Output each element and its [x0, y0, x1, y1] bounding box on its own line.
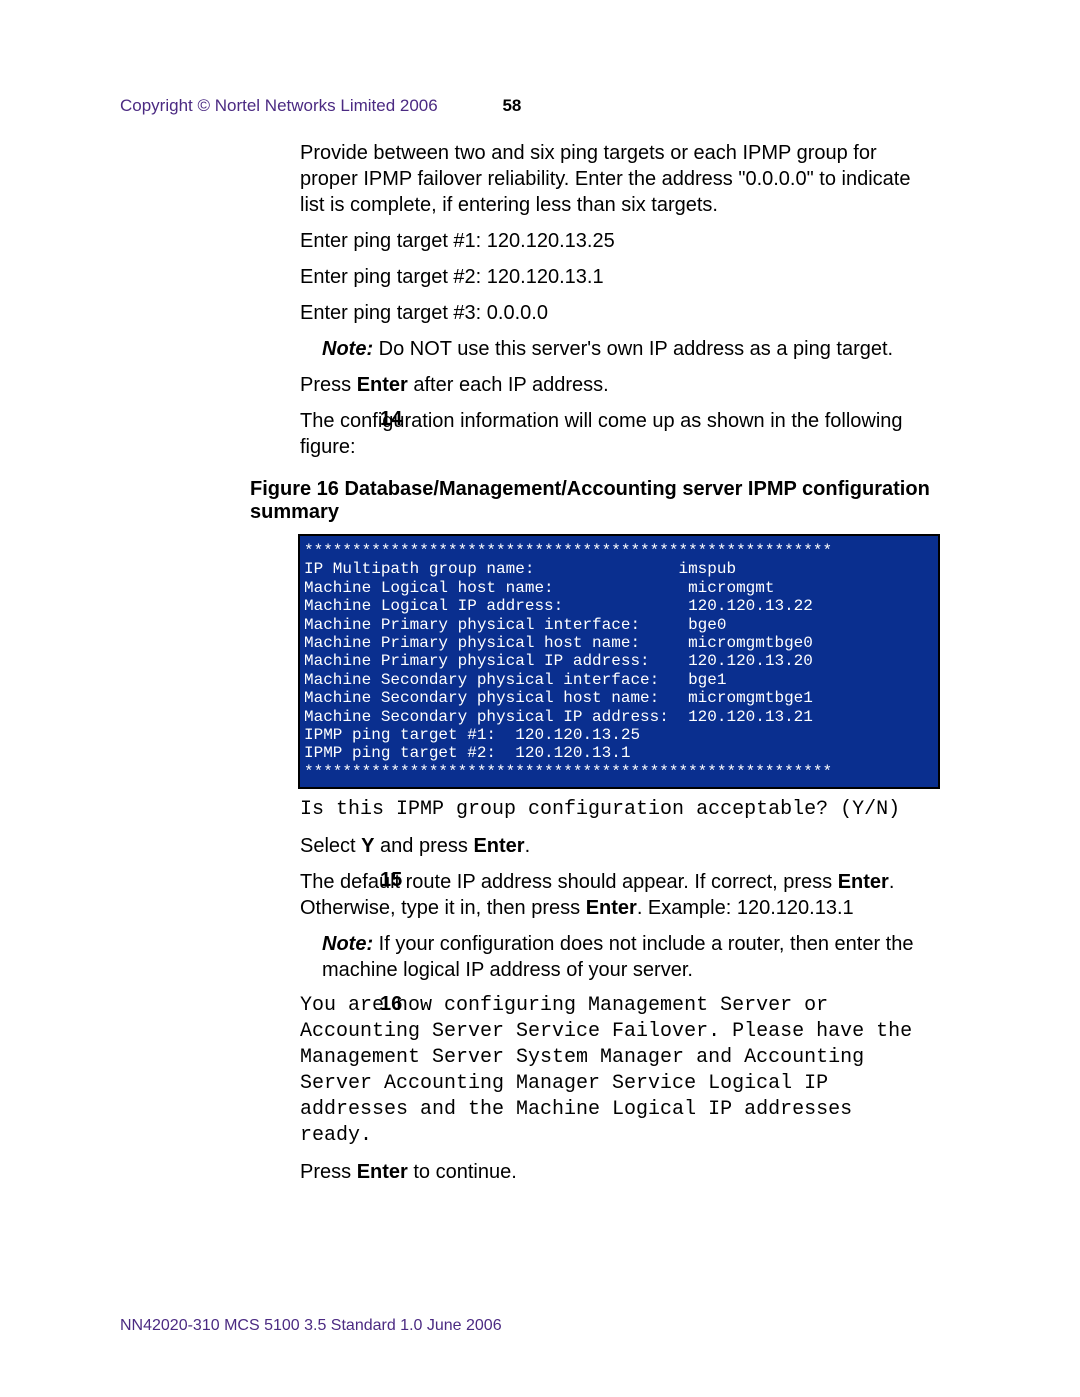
intro-paragraph: Provide between two and six ping targets…	[300, 140, 920, 218]
s16-pre: Press	[300, 1161, 357, 1183]
ping-target-2: Enter ping target #2: 120.120.13.1	[300, 264, 920, 290]
page-footer: NN42020-310 MCS 5100 3.5 Standard 1.0 Ju…	[120, 1317, 502, 1335]
step-number-15: 15	[380, 869, 402, 892]
step-14-block: 14 The configuration information will co…	[120, 408, 960, 460]
note-label: Note:	[322, 338, 373, 360]
step-16-body: You are now configuring Management Serve…	[300, 993, 920, 1149]
s16-post: to continue.	[408, 1161, 517, 1183]
step-15-block: 15 The default route IP address should a…	[120, 869, 960, 983]
after-figure-block: Is this IPMP group configuration accepta…	[300, 797, 920, 859]
figure-title: Figure 16 Database/Management/Accounting…	[250, 478, 930, 524]
sel-enter: Enter	[473, 835, 524, 857]
sel-pre: Select	[300, 835, 361, 857]
s15-post: . Example: 120.120.13.1	[637, 897, 854, 919]
note-body-15: If your configuration does not include a…	[322, 933, 913, 981]
s16-enter: Enter	[357, 1161, 408, 1183]
ping-target-1: Enter ping target #1: 120.120.13.25	[300, 228, 920, 254]
page-number: 58	[502, 96, 521, 115]
ping-target-3: Enter ping target #3: 0.0.0.0	[300, 300, 920, 326]
step-16-block: 16 You are now configuring Management Se…	[120, 993, 960, 1185]
s15-enter1: Enter	[838, 871, 889, 893]
intro-block: Provide between two and six ping targets…	[300, 140, 920, 398]
s15-enter2: Enter	[586, 897, 637, 919]
note-block: Note: Do NOT use this server's own IP ad…	[300, 336, 920, 362]
step-number-14: 14	[380, 408, 402, 431]
sel-post: .	[525, 835, 531, 857]
note-body: Do NOT use this server's own IP address …	[373, 338, 893, 360]
note-label-15: Note:	[322, 933, 373, 955]
press-enter-line: Press Enter after each IP address.	[300, 372, 920, 398]
terminal-screenshot: ****************************************…	[298, 534, 940, 789]
sel-y: Y	[361, 835, 374, 857]
page-header: Copyright © Nortel Networks Limited 2006…	[120, 96, 960, 116]
confirmation-prompt: Is this IPMP group configuration accepta…	[300, 797, 920, 823]
step-number-16: 16	[380, 993, 402, 1016]
select-y-line: Select Y and press Enter.	[300, 833, 920, 859]
sel-mid: and press	[375, 835, 474, 857]
copyright-text: Copyright © Nortel Networks Limited 2006	[120, 96, 438, 115]
press-post: after each IP address.	[408, 374, 609, 396]
step-15-note: Note: If your configuration does not inc…	[300, 931, 920, 983]
document-page: Copyright © Nortel Networks Limited 2006…	[0, 0, 1080, 1397]
press-enter: Enter	[357, 374, 408, 396]
press-pre: Press	[300, 374, 357, 396]
step-16-press: Press Enter to continue.	[300, 1159, 920, 1185]
